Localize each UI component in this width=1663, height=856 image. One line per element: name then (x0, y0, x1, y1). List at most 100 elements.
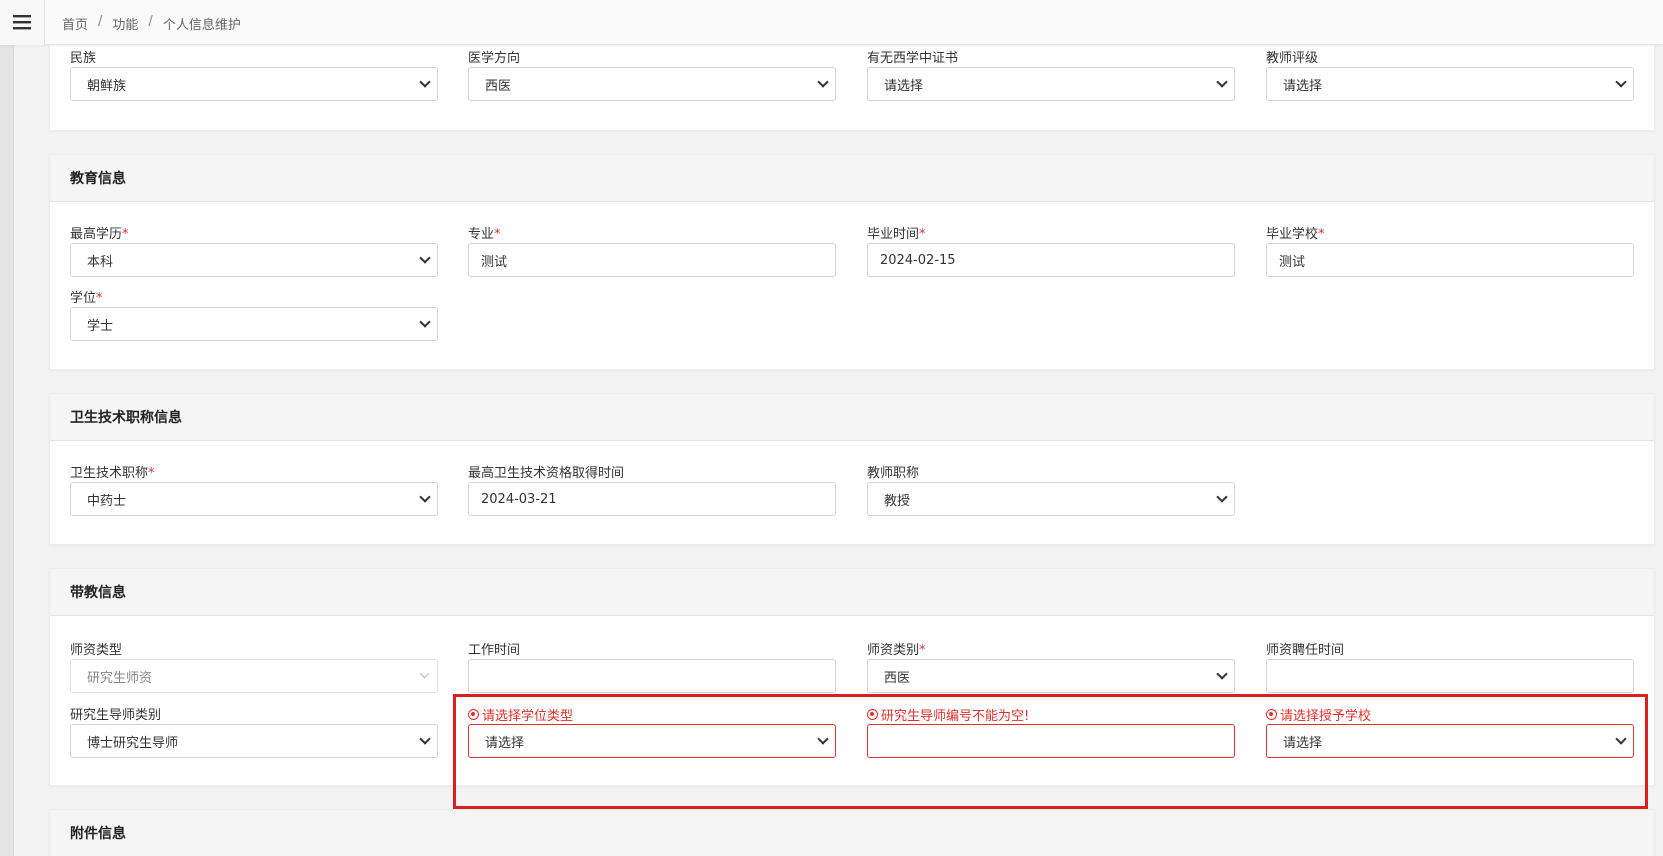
field-label: 研究生导师类别 (70, 708, 162, 723)
teaching-info-card: 带教信息 师资类型 研究生师资 工作时间 师资类别* 西医 师资聘任时间 研究生… (49, 568, 1655, 786)
chevron-down-icon (1218, 80, 1226, 88)
degree-select[interactable]: 学士 (70, 307, 438, 341)
supervisor-number-input[interactable] (867, 724, 1235, 758)
field-label: 医学方向 (468, 51, 521, 66)
section-title: 带教信息 (50, 569, 1654, 616)
major-input[interactable]: 测试 (468, 243, 836, 277)
qualification-date-input[interactable]: 2024-03-21 (468, 482, 836, 516)
select-value: 学士 (87, 318, 114, 334)
work-time-input[interactable] (468, 659, 836, 693)
attachment-info-card: 附件信息 (49, 809, 1655, 856)
medical-direction-select[interactable]: 西医 (468, 67, 836, 101)
select-value: 请选择 (1283, 735, 1323, 751)
certificate-select[interactable]: 请选择 (867, 67, 1235, 101)
field-label-wrap: 专业* (468, 223, 836, 243)
teacher-title-select[interactable]: 教授 (867, 482, 1235, 516)
error-circle-icon (468, 708, 479, 720)
field-label-wrap: 卫生技术职称* (70, 462, 438, 482)
error-message: 请选择学位类型 (468, 704, 836, 724)
select-value: 中药士 (87, 493, 127, 509)
field-label: 最高学历 (70, 227, 123, 242)
breadcrumb-separator: / (98, 14, 103, 29)
chevron-down-icon (421, 80, 429, 88)
required-mark: * (494, 227, 501, 242)
highest-education-select[interactable]: 本科 (70, 243, 438, 277)
input-value: 2024-02-15 (880, 252, 956, 268)
error-message: 请选择授予学校 (1266, 704, 1634, 724)
required-mark: * (148, 466, 155, 481)
teacher-category-select[interactable]: 西医 (867, 659, 1235, 693)
select-value: 请选择 (884, 78, 924, 94)
technical-title-select[interactable]: 中药士 (70, 482, 438, 516)
chevron-down-icon (421, 320, 429, 328)
field-label: 有无西学中证书 (867, 51, 959, 66)
breadcrumb-function[interactable]: 功能 (112, 14, 138, 33)
teacher-rating-select[interactable]: 请选择 (1266, 67, 1634, 101)
ethnicity-select[interactable]: 朝鲜族 (70, 67, 438, 101)
required-mark: * (919, 643, 926, 658)
graduation-date-input[interactable]: 2024-02-15 (867, 243, 1235, 277)
technical-title-card: 卫生技术职称信息 卫生技术职称* 中药士 最高卫生技术资格取得时间 2024-0… (49, 393, 1655, 545)
field-label: 师资类型 (70, 643, 123, 658)
education-info-card: 教育信息 最高学历* 本科 专业* 测试 毕业时间* 2024-02-15 毕业… (49, 154, 1655, 370)
select-value: 西医 (485, 78, 512, 94)
chevron-down-icon (421, 256, 429, 264)
required-mark: * (919, 227, 926, 242)
chevron-down-icon (421, 672, 429, 680)
error-message: 研究生导师编号不能为空! (867, 704, 1235, 724)
field-label: 师资聘任时间 (1266, 643, 1345, 658)
error-text: 请选择授予学校 (1280, 708, 1372, 724)
teacher-type-select[interactable]: 研究生师资 (70, 659, 438, 693)
field-label-wrap: 最高学历* (70, 223, 438, 243)
chevron-down-icon (421, 495, 429, 503)
field-label: 师资类别 (867, 643, 920, 658)
field-label: 学位 (70, 291, 97, 306)
awarding-school-select[interactable]: 请选择 (1266, 724, 1634, 758)
error-text: 研究生导师编号不能为空! (881, 708, 1030, 724)
sidebar-scroll-strip (0, 45, 14, 856)
degree-type-select[interactable]: 请选择 (468, 724, 836, 758)
section-title: 附件信息 (50, 810, 1654, 856)
appointment-time-input[interactable] (1266, 659, 1634, 693)
field-label-wrap: 毕业学校* (1266, 223, 1634, 243)
error-circle-icon (867, 708, 878, 720)
hamburger-menu-icon[interactable] (0, 0, 45, 45)
select-value: 研究生师资 (87, 670, 153, 686)
input-value: 2024-03-21 (481, 491, 557, 507)
select-value: 请选择 (485, 735, 525, 751)
field-label-wrap: 师资类别* (867, 639, 1235, 659)
field-label-wrap: 学位* (70, 287, 438, 307)
breadcrumb: 首页 / 功能 / 个人信息维护 (62, 14, 241, 33)
error-text: 请选择学位类型 (482, 708, 574, 724)
input-value: 测试 (481, 254, 508, 270)
required-mark: * (96, 291, 103, 306)
section-title: 教育信息 (50, 155, 1654, 202)
field-label: 民族 (70, 51, 97, 66)
field-label-wrap: 毕业时间* (867, 223, 1235, 243)
field-label: 最高卫生技术资格取得时间 (468, 466, 625, 481)
chevron-down-icon (819, 737, 827, 745)
basic-info-card: 民族 朝鲜族 医学方向 西医 有无西学中证书 请选择 教师评级 请选择 (49, 40, 1655, 131)
graduation-school-input[interactable]: 测试 (1266, 243, 1634, 277)
field-label: 卫生技术职称 (70, 466, 149, 481)
supervisor-category-select[interactable]: 博士研究生导师 (70, 724, 438, 758)
input-value: 测试 (1279, 254, 1306, 270)
breadcrumb-separator: / (148, 14, 153, 29)
field-label: 教师职称 (867, 466, 920, 481)
chevron-down-icon (421, 737, 429, 745)
chevron-down-icon (1218, 495, 1226, 503)
field-label: 毕业学校 (1266, 227, 1319, 242)
required-mark: * (122, 227, 129, 242)
top-bar: 首页 / 功能 / 个人信息维护 (0, 0, 1663, 45)
error-circle-icon (1266, 708, 1277, 720)
field-label: 工作时间 (468, 643, 521, 658)
select-value: 西医 (884, 670, 911, 686)
select-value: 本科 (87, 254, 114, 270)
select-value: 博士研究生导师 (87, 735, 179, 751)
breadcrumb-home[interactable]: 首页 (62, 14, 88, 33)
chevron-down-icon (1617, 737, 1625, 745)
chevron-down-icon (819, 80, 827, 88)
field-label: 毕业时间 (867, 227, 920, 242)
chevron-down-icon (1617, 80, 1625, 88)
breadcrumb-current: 个人信息维护 (162, 18, 241, 33)
